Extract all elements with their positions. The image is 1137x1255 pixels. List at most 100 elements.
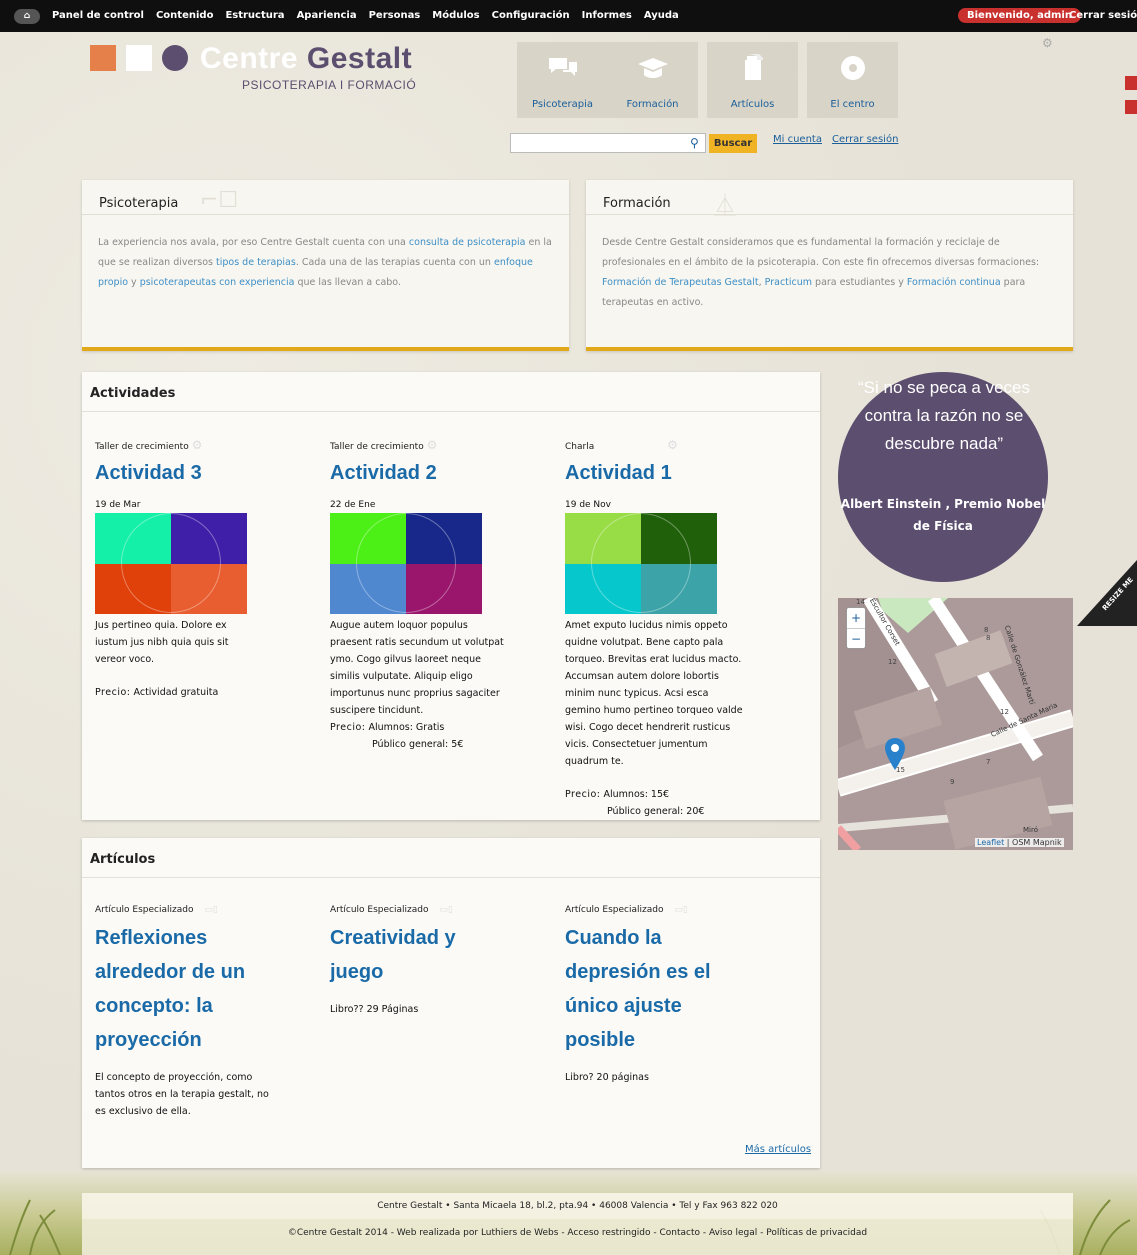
resize-tab-shape xyxy=(1077,560,1137,626)
activity-image[interactable] xyxy=(565,513,717,614)
intro-title: Formación xyxy=(603,196,671,211)
map[interactable]: Calle de González Martí Escultor Corset … xyxy=(838,598,1073,850)
nav-tile-psicoterapia[interactable]: Psicoterapia xyxy=(517,42,608,118)
map-zoom-control: + − xyxy=(846,607,866,649)
search-icon[interactable]: ⚲ xyxy=(690,136,699,150)
house-number: 8 xyxy=(986,634,991,642)
zoom-out-button[interactable]: − xyxy=(847,629,865,649)
article-title[interactable]: Cuando la depresión es el único ajuste p… xyxy=(565,921,735,1057)
link-practicum[interactable]: Practicum xyxy=(765,277,812,288)
my-account-link[interactable]: Mi cuenta xyxy=(773,134,822,145)
resize-handle[interactable]: RESIZE ME xyxy=(1077,560,1137,626)
activity-date: 19 de Nov xyxy=(565,500,611,510)
side-tab[interactable] xyxy=(1125,100,1137,114)
nav-tile-formacion[interactable]: Formación xyxy=(607,42,698,118)
house-number: 8 xyxy=(984,626,989,634)
intro-title: Psicoterapia xyxy=(99,196,179,211)
nav-tile-el-centro[interactable]: El centro xyxy=(807,42,898,118)
logo-subtitle: PSICOTERAPIA I FORMACIÓ xyxy=(242,78,417,92)
graduation-cap-icon xyxy=(638,58,668,78)
quote-text: “Si no se peca a veces contra la razón n… xyxy=(858,378,1030,453)
logo-title: Centre Gestalt xyxy=(200,42,413,75)
graduation-cap-icon: ⏅ xyxy=(714,194,737,219)
activity-image[interactable] xyxy=(95,513,247,614)
article-item: Artículo Especializado ▭▯ Cuando la depr… xyxy=(565,905,765,1086)
chat-bubbles-icon xyxy=(549,58,577,76)
activity-title[interactable]: Actividad 3 xyxy=(95,456,305,490)
admin-menu-item[interactable]: Ayuda xyxy=(644,10,679,21)
activity-body: Jus pertineo quia. Dolore ex iustum jus … xyxy=(95,620,229,665)
admin-menu-item[interactable]: Estructura xyxy=(225,10,284,21)
leaflet-link[interactable]: Leaflet xyxy=(977,838,1004,847)
gear-icon[interactable]: ⚙ xyxy=(1042,36,1053,50)
article-body: El concepto de proyección, como tantos o… xyxy=(95,1072,269,1117)
map-tiles xyxy=(838,598,1073,850)
admin-menu-item[interactable]: Configuración xyxy=(492,10,570,21)
link-consulta[interactable]: consulta de psicoterapia xyxy=(409,237,526,248)
article-category: Artículo Especializado ▭▯ xyxy=(330,905,453,915)
activity-title[interactable]: Actividad 1 xyxy=(565,456,775,490)
document-icon: ▭▯ xyxy=(674,905,688,915)
logo-circle-purple xyxy=(162,45,188,71)
divider xyxy=(82,877,820,878)
house-number: 12 xyxy=(1000,708,1009,716)
house-number: 12 xyxy=(888,658,897,666)
section-title: Artículos xyxy=(90,852,156,867)
article-title[interactable]: Creatividad y juego xyxy=(330,921,490,989)
activity-category: Charla ⚙ xyxy=(565,438,678,452)
logout-link[interactable]: Cerrar sesión xyxy=(832,134,898,145)
house-number: 7 xyxy=(986,758,991,766)
map-marker-icon[interactable] xyxy=(885,738,905,770)
search-button[interactable]: Buscar xyxy=(709,134,757,153)
admin-menu-item[interactable]: Panel de control xyxy=(52,10,144,21)
link-formacion-terapeutas[interactable]: Formación de Terapeutas Gestalt xyxy=(602,277,759,288)
activity-title[interactable]: Actividad 2 xyxy=(330,456,540,490)
nav-tile-articulos[interactable]: Artículos xyxy=(707,42,798,118)
article-category: Artículo Especializado ▭▯ xyxy=(565,905,688,915)
admin-menu-item[interactable]: Contenido xyxy=(156,10,213,21)
activity-date: 22 de Ene xyxy=(330,500,376,510)
link-tipos-terapias[interactable]: tipos de terapias xyxy=(216,257,296,268)
admin-menu-item[interactable]: Apariencia xyxy=(297,10,357,21)
intro-text: Desde Centre Gestalt consideramos que es… xyxy=(602,237,1040,308)
document-icon xyxy=(745,54,763,80)
activity-image[interactable] xyxy=(330,513,482,614)
nav-label: Psicoterapia xyxy=(531,99,594,110)
house-number: 14 xyxy=(856,598,865,606)
admin-menu-item[interactable]: Informes xyxy=(582,10,632,21)
footer-credits[interactable]: ©Centre Gestalt 2014 - Web realizada por… xyxy=(82,1219,1073,1255)
street-label: Miró xyxy=(1023,826,1038,834)
search-input[interactable] xyxy=(510,133,706,153)
gear-icon: ⚙ xyxy=(191,438,203,452)
gear-icon: ⚙ xyxy=(667,438,678,452)
activity-date: 19 de Mar xyxy=(95,500,141,510)
logo-square-white xyxy=(126,45,152,71)
target-icon xyxy=(841,56,865,80)
admin-toolbar: ⌂ Panel de control Contenido Estructura … xyxy=(0,0,1137,32)
admin-menu-item[interactable]: Personas xyxy=(369,10,421,21)
toolbar-logout-link[interactable]: Cerrar sesión xyxy=(1069,10,1137,21)
quote-author: Albert Einstein , Premio Nobel de Física xyxy=(840,497,1046,533)
activity-category: Taller de crecimiento ⚙ xyxy=(330,438,438,452)
document-icon: ▭▯ xyxy=(204,905,218,915)
admin-menu-item[interactable]: Módulos xyxy=(432,10,479,21)
house-number: 9 xyxy=(950,778,955,786)
intro-box-psicoterapia: ⌐☐ Psicoterapia La experiencia nos avala… xyxy=(82,180,569,351)
link-formacion-continua[interactable]: Formación continua xyxy=(907,277,1001,288)
article-item: Artículo Especializado ▭▯ Creatividad y … xyxy=(330,905,530,1018)
welcome-badge[interactable]: Bienvenido, admin xyxy=(958,8,1081,23)
map-attribution: Leaflet | OSM Mapnik xyxy=(975,838,1064,847)
activity-price-general: Público general: 5€ xyxy=(372,739,464,750)
article-title[interactable]: Reflexiones alrededor de un concepto: la… xyxy=(95,921,275,1057)
footer-address: Centre Gestalt • Santa Micaela 18, bl.2,… xyxy=(82,1193,1073,1219)
activity-body: Amet exputo lucidus nimis oppeto quidne … xyxy=(565,620,743,767)
zoom-in-button[interactable]: + xyxy=(847,608,865,629)
divider xyxy=(586,214,1073,215)
link-psicoterapeutas[interactable]: psicoterapeutas con experiencia xyxy=(140,277,295,288)
activity-price: Precio: Actividad gratuita xyxy=(95,687,219,698)
activity-item: Taller de crecimiento ⚙ Actividad 3 19 d… xyxy=(95,438,305,701)
activity-price: Precio: Alumnos: 15€ xyxy=(565,789,670,800)
home-icon[interactable]: ⌂ xyxy=(14,9,40,24)
more-articles-link[interactable]: Más artículos xyxy=(745,1144,811,1155)
side-tab[interactable] xyxy=(1125,76,1137,90)
